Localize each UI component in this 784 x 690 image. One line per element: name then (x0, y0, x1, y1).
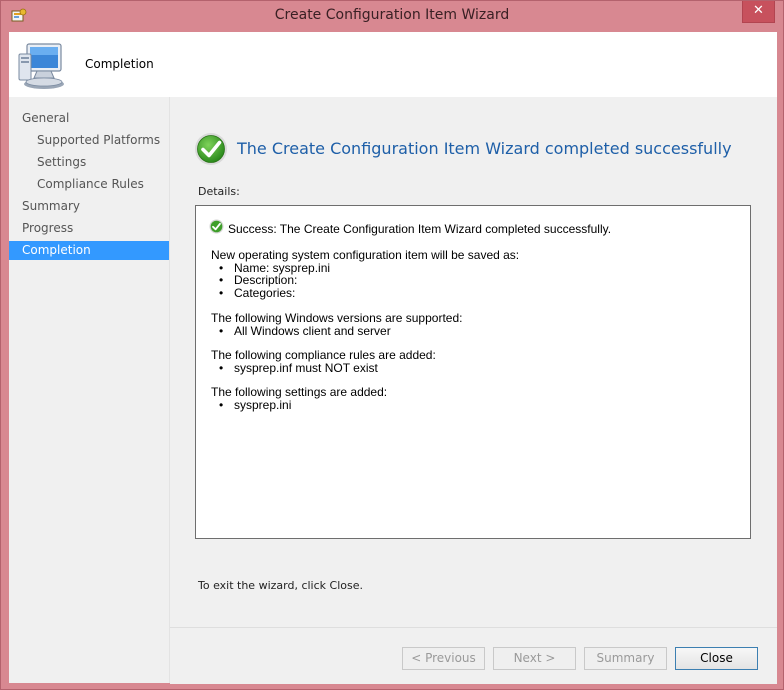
success-check-small-icon (209, 219, 224, 234)
next-button[interactable]: Next > (493, 647, 576, 670)
exit-hint: To exit the wizard, click Close. (198, 579, 363, 592)
list-item: • sysprep.ini (219, 397, 292, 412)
details-section-saved-as: New operating system configuration item … (211, 249, 519, 299)
summary-button[interactable]: Summary (584, 647, 667, 670)
list-item: • sysprep.inf must NOT exist (219, 360, 378, 375)
details-section-windows-versions: The following Windows versions are suppo… (211, 312, 462, 337)
wizard-nav: General Supported Platforms Settings Com… (9, 97, 170, 683)
wizard-header: Completion (9, 32, 777, 97)
title-bar[interactable]: Create Configuration Item Wizard ✕ (1, 1, 783, 32)
nav-item-progress: Progress (22, 221, 74, 235)
completion-panel: The Create Configuration Item Wizard com… (170, 97, 777, 627)
details-section-compliance-rules: The following compliance rules are added… (211, 349, 436, 374)
wizard-button-bar: < Previous Next > Summary Close (170, 627, 777, 684)
nav-item-summary: Summary (22, 199, 80, 213)
details-label: Details: (198, 185, 240, 198)
wizard-window: Create Configuration Item Wizard ✕ Compl… (0, 0, 784, 690)
success-check-icon (195, 133, 227, 165)
nav-item-supported-platforms: Supported Platforms (37, 133, 161, 147)
wizard-client-area: Completion General Supported Platforms S… (9, 32, 777, 684)
completion-headline: The Create Configuration Item Wizard com… (237, 139, 732, 158)
computer-icon (18, 43, 64, 89)
close-button[interactable]: Close (675, 647, 758, 670)
details-textbox[interactable]: Success: The Create Configuration Item W… (195, 205, 751, 539)
nav-item-general: General (22, 111, 70, 125)
window-close-button[interactable]: ✕ (742, 1, 775, 23)
details-section-settings: The following settings are added: • syspr… (211, 386, 387, 411)
nav-item-settings: Settings (37, 155, 87, 169)
nav-item-compliance-rules: Compliance Rules (37, 177, 144, 191)
list-item: • All Windows client and server (219, 323, 391, 338)
list-item: • Categories: (219, 285, 296, 300)
previous-button[interactable]: < Previous (402, 647, 485, 670)
success-message: Success: The Create Configuration Item W… (228, 222, 612, 236)
page-title: Completion (85, 57, 154, 71)
window-title: Create Configuration Item Wizard (274, 7, 510, 23)
nav-item-completion: Completion (9, 241, 169, 260)
